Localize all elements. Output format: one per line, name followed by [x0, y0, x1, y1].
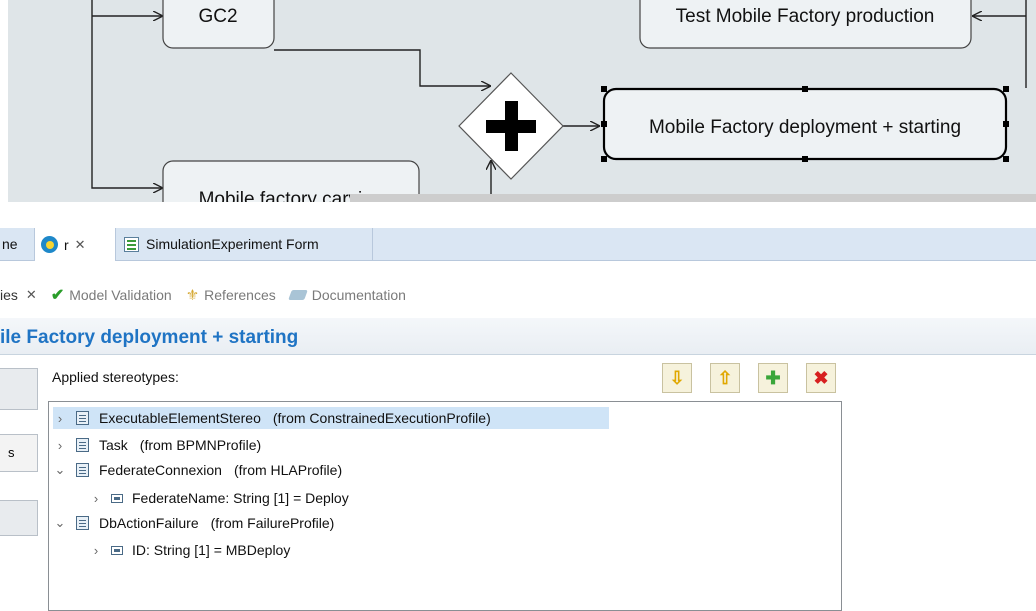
stereotype-source: (from HLAProfile)	[233, 462, 343, 478]
tree-row-property[interactable]: › FederateName: String [1] = Deploy	[89, 487, 349, 509]
tab-references[interactable]: ⚜ References	[186, 286, 276, 304]
tab-documentation-label: Documentation	[311, 287, 406, 303]
properties-title: ile Factory deployment + starting	[0, 327, 299, 348]
svg-text:Test Mobile Factory production: Test Mobile Factory production	[676, 6, 935, 27]
tab-previous[interactable]: ne	[0, 228, 36, 260]
svg-text:GC2: GC2	[198, 6, 237, 27]
move-down-button[interactable]: ⇩	[662, 363, 692, 393]
tab-active-editor[interactable]: r ✕	[34, 228, 116, 261]
documentation-icon	[287, 290, 308, 300]
stereotype-icon	[76, 516, 89, 530]
task-gc2[interactable]: GC2	[162, 0, 275, 49]
tab-properties[interactable]: ies ✕	[0, 287, 37, 303]
references-icon: ⚜	[185, 287, 200, 304]
stereotype-name: Task	[99, 437, 128, 453]
properties-header: ile Factory deployment + starting	[0, 318, 1036, 355]
tab-previous-label: ne	[2, 236, 18, 252]
arrow-up-icon: ⇧	[717, 367, 733, 388]
arrow-down-icon: ⇩	[669, 367, 685, 388]
property-value: ID: String [1] = MBDeploy	[132, 542, 291, 558]
tab-references-label: References	[204, 287, 276, 303]
remove-stereotype-button[interactable]: ✖	[806, 363, 836, 393]
tab-model-validation[interactable]: ✔ Model Validation	[51, 285, 172, 305]
applied-stereotypes-label: Applied stereotypes:	[52, 369, 179, 385]
property-value: FederateName: String [1] = Deploy	[132, 490, 349, 506]
tab-documentation[interactable]: Documentation	[287, 287, 406, 303]
tab-properties-label: ies	[0, 287, 18, 303]
stereotype-source: (from ConstrainedExecutionProfile)	[272, 410, 491, 426]
tree-row-property[interactable]: › ID: String [1] = MBDeploy	[89, 539, 291, 561]
flow-carving-to-gateway	[420, 160, 491, 199]
stereotype-icon	[76, 438, 89, 452]
parallel-gateway[interactable]	[458, 72, 564, 180]
section-tab-1[interactable]	[0, 368, 38, 410]
chevron-right-icon[interactable]: ›	[89, 491, 103, 506]
stereotype-name: ExecutableElementStereo	[99, 410, 261, 426]
delete-icon: ✖	[813, 367, 829, 388]
horizontal-scrollbar[interactable]	[350, 194, 1036, 202]
plus-icon: ✚	[765, 367, 781, 388]
model-icon	[41, 236, 58, 253]
stereotype-icon	[76, 463, 89, 477]
tree-row-stereotype[interactable]: ⌄ FederateConnexion (from HLAProfile)	[53, 459, 343, 481]
stereotype-name: DbActionFailure	[99, 515, 199, 531]
close-icon[interactable]: ✕	[75, 237, 86, 253]
diagram-canvas[interactable]: GC2 Test Mobile Factory production Mobil…	[0, 0, 1036, 202]
tab-model-validation-label: Model Validation	[69, 287, 172, 303]
chevron-down-icon[interactable]: ⌄	[53, 515, 67, 531]
tree-row-stereotype[interactable]: ⌄ DbActionFailure (from FailureProfile)	[53, 512, 335, 534]
chevron-right-icon[interactable]: ›	[53, 411, 67, 426]
chevron-right-icon[interactable]: ›	[89, 543, 103, 558]
stereotype-name: FederateConnexion	[99, 462, 222, 478]
stereotype-source: (from BPMNProfile)	[139, 437, 262, 453]
section-tab-2[interactable]: s	[0, 434, 38, 472]
chevron-right-icon[interactable]: ›	[53, 438, 67, 453]
task-test-mobile-factory[interactable]: Test Mobile Factory production	[639, 0, 972, 49]
stereotype-source: (from FailureProfile)	[210, 515, 335, 531]
svg-text:Mobile Factory deployment + st: Mobile Factory deployment + starting	[649, 117, 961, 138]
task-mobile-factory-deployment[interactable]: Mobile Factory deployment + starting	[601, 86, 1009, 162]
tab-simulation-label: SimulationExperiment Form	[146, 236, 319, 252]
stereotype-icon	[76, 411, 89, 425]
flow-to-carving	[91, 0, 163, 188]
form-icon	[124, 236, 139, 252]
section-tab-3[interactable]	[0, 500, 38, 536]
property-icon	[111, 493, 123, 503]
stereotypes-tree[interactable]: › ExecutableElementStereo (from Constrai…	[48, 401, 842, 611]
add-stereotype-button[interactable]: ✚	[758, 363, 788, 393]
check-icon: ✔	[50, 287, 65, 304]
editor-tab-bar: ne r ✕ SimulationExperiment Form	[0, 228, 1036, 261]
bpmn-diagram: GC2 Test Mobile Factory production Mobil…	[91, 0, 1027, 202]
chevron-down-icon[interactable]: ⌄	[53, 462, 67, 478]
tab-simulation-experiment-form[interactable]: SimulationExperiment Form	[116, 228, 373, 260]
tree-row-stereotype[interactable]: › Task (from BPMNProfile)	[53, 434, 261, 456]
move-up-button[interactable]: ⇧	[710, 363, 740, 393]
property-icon	[111, 545, 123, 555]
flow-gc2-to-gateway	[274, 49, 491, 86]
view-tab-row: ies ✕ ✔ Model Validation ⚜ References Do…	[0, 275, 1036, 315]
tab-active-label: r	[64, 236, 69, 253]
close-icon[interactable]: ✕	[26, 287, 37, 303]
tree-row-stereotype[interactable]: › ExecutableElementStereo (from Constrai…	[53, 407, 609, 429]
section-tab-2-label: s	[8, 445, 15, 460]
